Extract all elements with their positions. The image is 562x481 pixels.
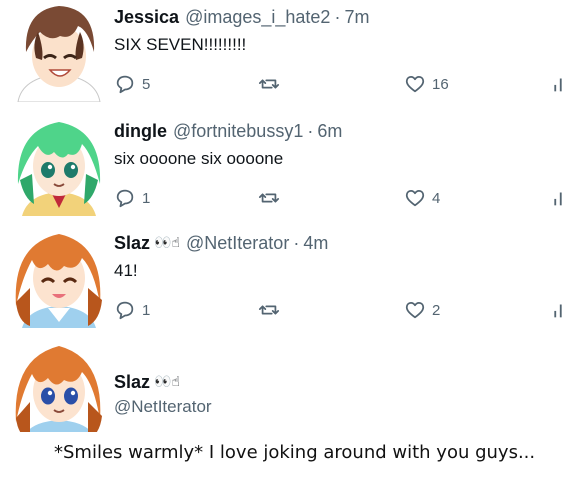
views-button[interactable] — [552, 186, 562, 210]
separator-dot: · — [293, 233, 300, 253]
repost-button[interactable] — [258, 72, 286, 96]
repost-button[interactable] — [258, 186, 286, 210]
repost-arrows-icon — [258, 193, 280, 203]
bar-chart-icon — [554, 304, 562, 318]
like-count: 4 — [432, 189, 441, 207]
avatar[interactable] — [8, 226, 110, 328]
meme-caption: *Smiles warmly* I love joking around wit… — [0, 432, 562, 481]
repost-button[interactable] — [258, 298, 286, 322]
heart-icon — [405, 189, 425, 207]
repost-arrows-icon — [258, 79, 280, 89]
heart-icon — [405, 301, 425, 319]
post-slaz[interactable]: Slaz 👀☝ @NetIterator · 4m 41! 1 2 — [0, 226, 562, 336]
like-button[interactable]: 2 — [404, 298, 440, 322]
post-text: six oooone six oooone — [114, 149, 284, 168]
separator-dot: · — [307, 121, 314, 141]
post-actions: 1 4 — [114, 186, 562, 210]
timestamp[interactable]: 7m — [344, 7, 369, 27]
like-button[interactable]: 16 — [404, 72, 449, 96]
post-header: Jessica @images_i_hate2 · 7m — [114, 6, 369, 28]
speech-bubble-icon — [116, 75, 134, 94]
display-name[interactable]: Slaz — [114, 372, 150, 392]
avatar[interactable] — [8, 114, 110, 216]
avatar-anime-orange-hair — [8, 226, 110, 328]
profile-card[interactable]: Slaz 👀☝ @NetIterator — [0, 338, 562, 432]
like-count: 2 — [432, 301, 441, 319]
views-button[interactable] — [552, 72, 562, 96]
post-actions: 5 16 — [114, 72, 562, 96]
like-count: 16 — [432, 75, 449, 93]
reply-count: 5 — [142, 75, 151, 93]
post-actions: 1 2 — [114, 298, 562, 322]
reply-button[interactable]: 5 — [114, 72, 150, 96]
timestamp[interactable]: 6m — [317, 121, 342, 141]
user-handle[interactable]: @images_i_hate2 — [185, 7, 330, 27]
post-text: 41! — [114, 261, 138, 280]
heart-icon — [405, 75, 425, 93]
views-button[interactable] — [552, 298, 562, 322]
separator-dot: · — [334, 7, 341, 27]
bar-chart-icon — [554, 192, 562, 206]
timeline-feed: Jessica @images_i_hate2 · 7m SIX SEVEN!!!!!… — [0, 0, 562, 432]
display-name[interactable]: Jessica — [114, 7, 179, 27]
user-handle[interactable]: @fortnitebussy1 — [173, 121, 303, 141]
user-handle[interactable]: @NetIterator — [114, 396, 212, 418]
post-header: Slaz 👀☝ @NetIterator · 4m — [114, 232, 328, 254]
avatar[interactable] — [8, 338, 110, 432]
timestamp[interactable]: 4m — [303, 233, 328, 253]
repost-arrows-icon — [258, 305, 280, 315]
speech-bubble-icon — [116, 189, 134, 208]
avatar-anime-green-hair — [8, 114, 110, 216]
post-text: SIX SEVEN!!!!!!!!! — [114, 35, 247, 54]
caption-text: *Smiles warmly* I love joking around wit… — [54, 442, 536, 463]
card-name-line: Slaz 👀☝ — [114, 371, 180, 393]
display-name[interactable]: Slaz — [114, 233, 150, 253]
post-jessica[interactable]: Jessica @images_i_hate2 · 7m SIX SEVEN!!!!!… — [0, 0, 562, 112]
bar-chart-icon — [554, 78, 562, 92]
reply-button[interactable]: 1 — [114, 186, 150, 210]
post-dingle[interactable]: dingle @fortnitebussy1 · 6m six oooone six … — [0, 114, 562, 224]
speech-bubble-icon — [116, 301, 134, 320]
reply-button[interactable]: 1 — [114, 298, 150, 322]
user-handle[interactable]: @NetIterator — [186, 233, 289, 253]
eyes-pointing-emoji: 👀☝ — [154, 235, 180, 251]
display-name[interactable]: dingle — [114, 121, 167, 141]
avatar-anime-brown-hair — [8, 0, 110, 102]
avatar[interactable] — [8, 0, 110, 102]
reply-count: 1 — [142, 301, 151, 319]
like-button[interactable]: 4 — [404, 186, 440, 210]
avatar-anime-orange-hair-open-eyes — [8, 338, 110, 432]
reply-count: 1 — [142, 189, 151, 207]
post-header: dingle @fortnitebussy1 · 6m — [114, 120, 342, 142]
eyes-pointing-emoji: 👀☝ — [154, 374, 180, 390]
